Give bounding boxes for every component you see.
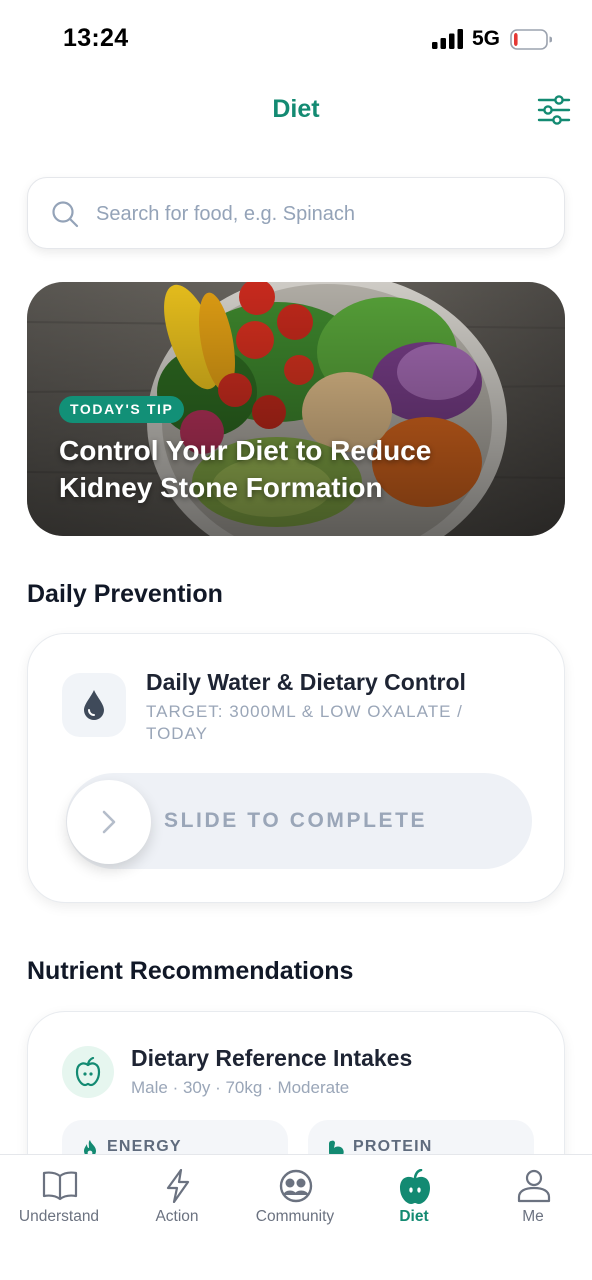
water-drop-icon — [84, 690, 104, 720]
tab-community[interactable]: Community — [236, 1155, 354, 1245]
search-icon — [52, 201, 79, 228]
tab-action[interactable]: Action — [118, 1155, 236, 1245]
hero-tip-card[interactable]: TODAY'S TIP Control Your Diet to Reduce … — [27, 282, 565, 536]
dri-title: Dietary Reference Intakes — [131, 1045, 413, 1071]
apple-icon — [75, 1057, 101, 1087]
tab-diet[interactable]: Diet — [355, 1155, 473, 1245]
prevention-task-title: Daily Water & Dietary Control — [146, 669, 466, 695]
community-icon — [279, 1169, 313, 1203]
bottom-tab-bar: Understand Action Community Diet Me — [0, 1154, 592, 1280]
tab-action-label: Action — [155, 1208, 199, 1225]
daily-prevention-heading: Daily Prevention — [27, 580, 223, 608]
nutrient-recommendations-heading: Nutrient Recommendations — [27, 957, 354, 985]
status-bar: 13:24 5G — [0, 0, 592, 76]
signal-icon — [432, 29, 463, 49]
battery-icon — [510, 29, 552, 50]
status-time: 13:24 — [63, 24, 129, 52]
tab-diet-label: Diet — [399, 1208, 429, 1225]
app-header: Diet — [0, 76, 592, 146]
chevron-right-icon — [102, 810, 116, 834]
person-icon — [517, 1169, 551, 1203]
page-title: Diet — [272, 95, 320, 123]
tab-community-label: Community — [255, 1208, 335, 1225]
tab-understand-label: Understand — [18, 1208, 100, 1225]
apple-icon-box — [62, 1046, 114, 1098]
dri-profile: Male · 30y · 70kg · Moderate — [131, 1078, 350, 1097]
lightning-icon — [166, 1169, 190, 1203]
prevention-task-target: TARGET: 3000ML & LOW OXALATE / TODAY — [146, 702, 463, 743]
daily-prevention-card: Daily Water & Dietary Control TARGET: 30… — [27, 633, 565, 903]
search-input[interactable] — [96, 192, 536, 236]
todays-tip-badge: TODAY'S TIP — [59, 396, 185, 423]
slide-to-complete-slider[interactable]: SLIDE TO COMPLETE — [66, 773, 532, 869]
tab-me[interactable]: Me — [474, 1155, 592, 1245]
book-icon — [42, 1171, 78, 1201]
water-icon-box — [62, 673, 126, 737]
filter-settings-icon[interactable] — [536, 94, 572, 126]
search-bar[interactable] — [27, 177, 565, 249]
apple-icon — [400, 1169, 430, 1204]
hero-title: Control Your Diet to Reduce Kidney Stone… — [59, 435, 432, 503]
slider-knob[interactable] — [67, 780, 151, 864]
tab-understand[interactable]: Understand — [0, 1155, 118, 1245]
slider-label: SLIDE TO COMPLETE — [164, 809, 428, 832]
tab-me-label: Me — [522, 1208, 544, 1225]
network-type: 5G — [472, 27, 501, 50]
